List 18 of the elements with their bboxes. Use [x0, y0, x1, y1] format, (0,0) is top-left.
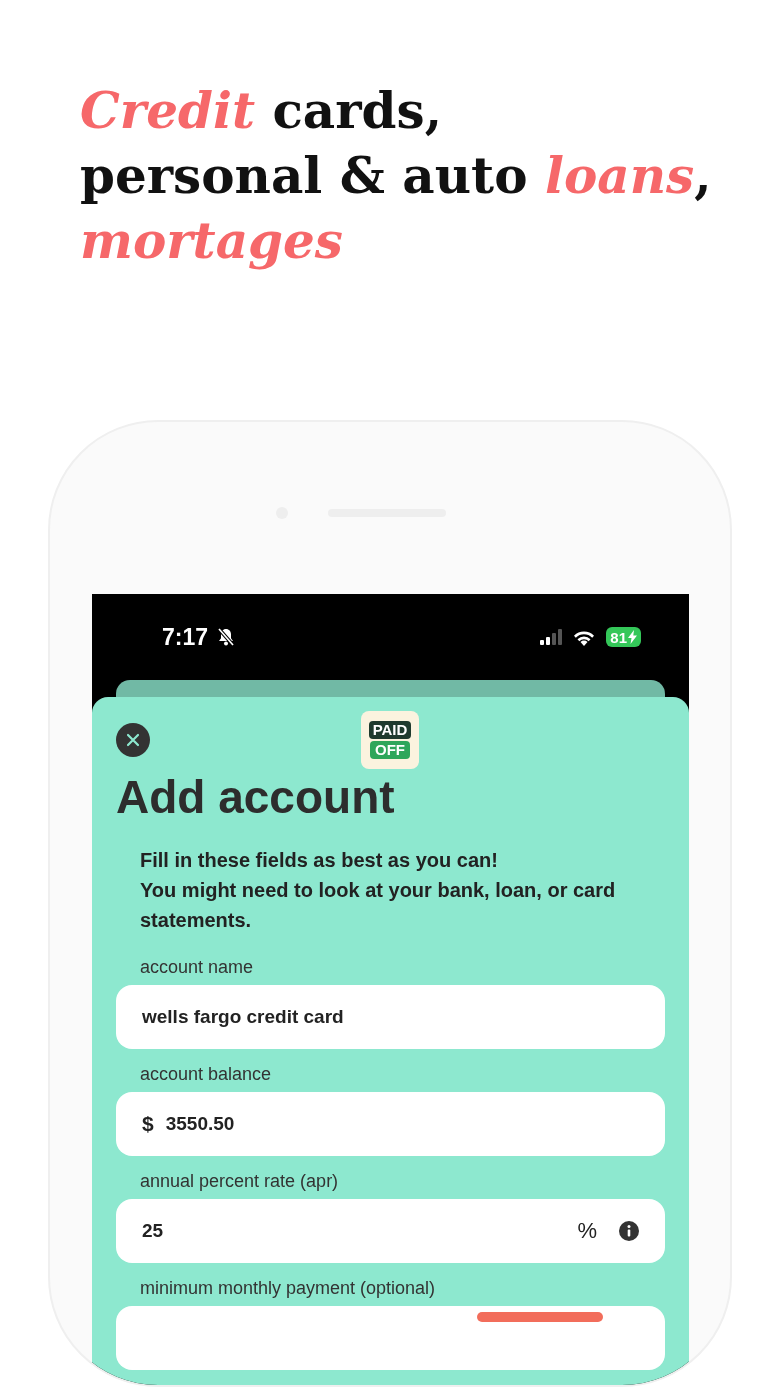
- headline-line: Credit cards,: [80, 80, 443, 142]
- input-field[interactable]: wells fargo credit card: [116, 985, 665, 1049]
- status-time: 7:17: [162, 623, 209, 651]
- input-field[interactable]: $ 3550.50: [116, 1092, 665, 1156]
- headline-line: personal & auto loans,: [80, 145, 712, 207]
- currency-symbol: $: [142, 1112, 154, 1136]
- app-logo: PAID OFF: [361, 711, 419, 769]
- battery-indicator: 81: [606, 627, 641, 647]
- percent-sign: %: [577, 1218, 597, 1244]
- field-label: minimum monthly payment (optional): [139, 1277, 437, 1300]
- field-label: annual percent rate (apr): [139, 1170, 340, 1193]
- intro-text: You might need to look at your bank, loan, or card statements.: [140, 878, 617, 933]
- intro-text: Fill in these fields as best as you can!: [140, 848, 499, 873]
- input-field[interactable]: 25 %: [116, 1199, 665, 1263]
- field-label: account balance: [139, 1063, 273, 1086]
- page-title: Add account: [116, 770, 396, 825]
- field-label: account name: [139, 956, 255, 979]
- headline-line: mortages: [80, 210, 343, 272]
